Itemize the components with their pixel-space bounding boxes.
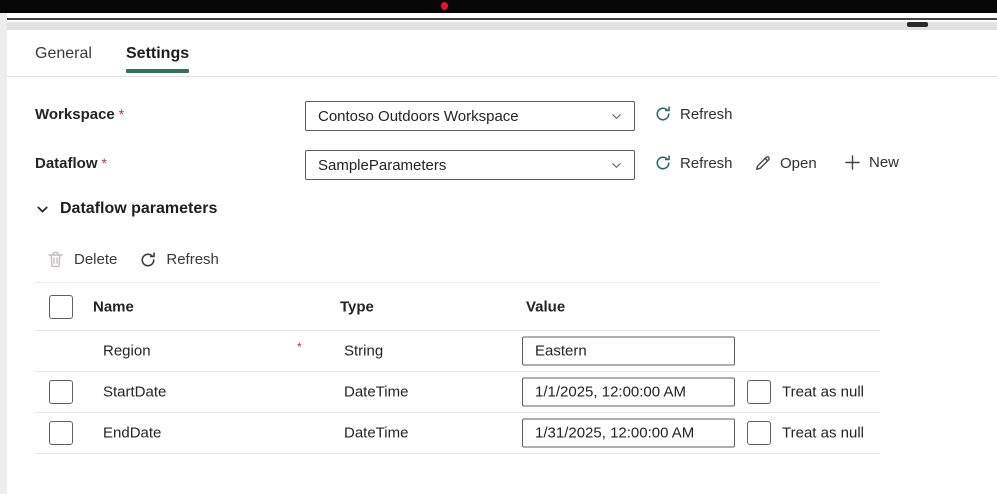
dataflow-refresh-label: Refresh	[680, 155, 733, 172]
recording-indicator-dot	[441, 2, 448, 10]
scrollbar-thumb[interactable]	[907, 22, 928, 27]
workspace-field-label: Workspace*	[35, 106, 124, 123]
dataflow-new-label: New	[869, 154, 899, 171]
window-chrome-strip	[7, 22, 997, 30]
treat-as-null-checkbox[interactable]	[747, 421, 771, 445]
app-window: General Settings Workspace* Contoso Outd…	[0, 0, 997, 494]
param-name: StartDate	[103, 384, 166, 401]
select-all-checkbox[interactable]	[49, 295, 73, 319]
param-name: EndDate	[103, 425, 161, 442]
row-select-checkbox[interactable]	[49, 380, 73, 404]
param-type: DateTime	[344, 425, 408, 442]
table-header-row: Name Type Value	[35, 283, 880, 331]
chevron-down-icon	[610, 159, 623, 172]
tab-general[interactable]: General	[35, 45, 92, 63]
dataflow-label-text: Dataflow	[35, 155, 98, 172]
dataflow-parameters-section-toggle[interactable]: Dataflow parameters	[35, 200, 217, 218]
chevron-down-icon	[610, 110, 623, 123]
dataflow-field-label: Dataflow*	[35, 155, 107, 172]
toolbar-refresh-label: Refresh	[166, 251, 219, 268]
trash-icon	[46, 250, 65, 269]
required-asterisk: *	[297, 340, 302, 354]
refresh-icon	[139, 251, 157, 269]
dataflow-dropdown-value: SampleParameters	[306, 157, 610, 174]
param-type: String	[344, 343, 383, 360]
workspace-dropdown-value: Contoso Outdoors Workspace	[306, 108, 610, 125]
parameters-table: Name Type Value Region * String StartDat…	[35, 282, 880, 454]
refresh-icon	[654, 154, 672, 172]
dataflow-dropdown[interactable]: SampleParameters	[305, 150, 635, 180]
active-tab-underline	[126, 69, 189, 73]
tab-settings[interactable]: Settings	[126, 45, 189, 63]
required-asterisk: *	[102, 155, 107, 171]
required-asterisk: *	[119, 106, 124, 122]
dataflow-refresh-button[interactable]: Refresh	[654, 154, 733, 172]
column-header-value: Value	[526, 298, 565, 315]
recording-bar	[0, 0, 997, 13]
parameters-toolbar: Delete Refresh	[46, 250, 219, 269]
window-top-border	[7, 18, 997, 20]
delete-button[interactable]: Delete	[46, 250, 117, 269]
row-select-checkbox[interactable]	[49, 421, 73, 445]
plus-icon	[844, 154, 861, 171]
dataflow-new-button[interactable]: New	[844, 154, 899, 171]
table-row-startdate: StartDate DateTime Treat as null	[35, 372, 880, 413]
param-value-input[interactable]	[522, 337, 735, 366]
param-value-input[interactable]	[522, 419, 735, 448]
window-left-edge	[0, 13, 7, 494]
toolbar-refresh-button[interactable]: Refresh	[139, 251, 219, 269]
tabs-divider	[7, 76, 997, 77]
treat-as-null-checkbox[interactable]	[747, 380, 771, 404]
workspace-refresh-label: Refresh	[680, 106, 733, 123]
column-header-type: Type	[340, 298, 374, 315]
delete-label: Delete	[74, 251, 117, 268]
workspace-label-text: Workspace	[35, 106, 115, 123]
column-header-name: Name	[93, 298, 134, 315]
param-value-input[interactable]	[522, 378, 735, 407]
dataflow-open-button[interactable]: Open	[754, 154, 817, 172]
param-type: DateTime	[344, 384, 408, 401]
chevron-down-icon	[35, 202, 50, 217]
dataflow-open-label: Open	[780, 155, 817, 172]
pencil-icon	[754, 154, 772, 172]
treat-as-null-label: Treat as null	[782, 425, 864, 442]
workspace-dropdown[interactable]: Contoso Outdoors Workspace	[305, 101, 635, 131]
section-title: Dataflow parameters	[60, 200, 217, 218]
treat-as-null-label: Treat as null	[782, 384, 864, 401]
workspace-refresh-button[interactable]: Refresh	[654, 105, 733, 123]
table-row-region: Region * String	[35, 331, 880, 372]
param-name: Region	[103, 343, 151, 360]
table-row-enddate: EndDate DateTime Treat as null	[35, 413, 880, 454]
refresh-icon	[654, 105, 672, 123]
